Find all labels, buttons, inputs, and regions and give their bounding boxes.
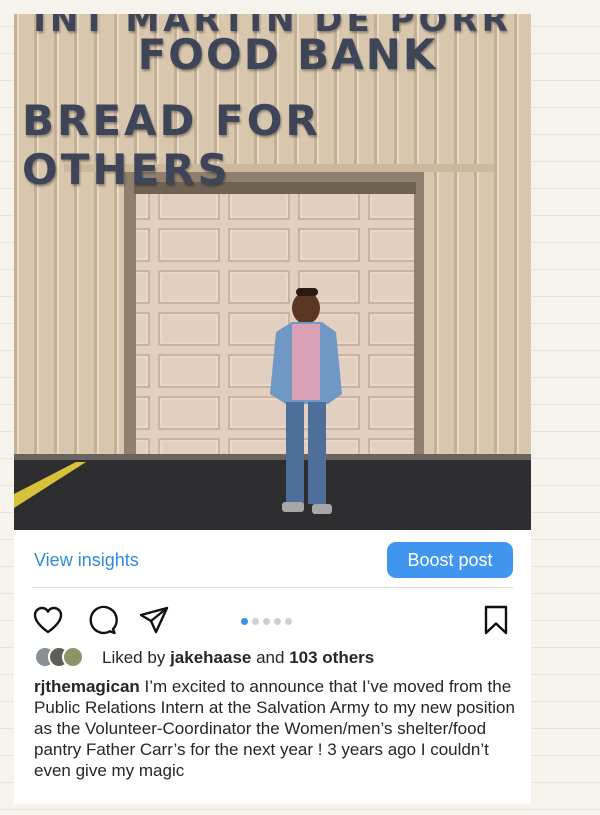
carousel-dot (263, 618, 270, 625)
avatar (62, 646, 84, 668)
carousel-dot (274, 618, 281, 625)
carousel-dot (285, 618, 292, 625)
post-caption: rjthemagican I’m excited to announce tha… (34, 676, 524, 781)
bookmark-icon[interactable] (480, 604, 512, 636)
carousel-dot (252, 618, 259, 625)
comment-icon[interactable] (86, 604, 118, 636)
insights-bar: View insights Boost post (32, 530, 513, 588)
view-insights-link[interactable]: View insights (34, 550, 139, 571)
photo-scene (14, 14, 531, 530)
carousel-dot (241, 618, 248, 625)
likes-text[interactable]: Liked by jakehaase and 103 others (102, 648, 374, 668)
caption-username[interactable]: rjthemagican (34, 677, 140, 696)
likes-others[interactable]: 103 others (289, 648, 374, 667)
heart-icon[interactable] (32, 604, 64, 636)
sign-food-bank: FOOD BANK (137, 30, 438, 79)
post-photo[interactable]: INT MARTIN DE PORR FOOD BANK BREAD FOR O… (14, 14, 531, 530)
instagram-post: INT MARTIN DE PORR FOOD BANK BREAD FOR O… (14, 14, 531, 804)
likes-prefix: Liked by (102, 648, 166, 667)
carousel-indicator (241, 618, 292, 625)
likes-connector: and (256, 648, 285, 667)
sign-bread-for-others: BREAD FOR OTHERS (22, 96, 321, 194)
boost-post-button[interactable]: Boost post (387, 542, 513, 578)
share-icon[interactable] (138, 604, 170, 636)
likes-row: Liked by jakehaase and 103 others (14, 644, 531, 674)
liker-avatars[interactable] (34, 646, 94, 670)
action-row (14, 588, 531, 644)
likes-user[interactable]: jakehaase (170, 648, 251, 667)
